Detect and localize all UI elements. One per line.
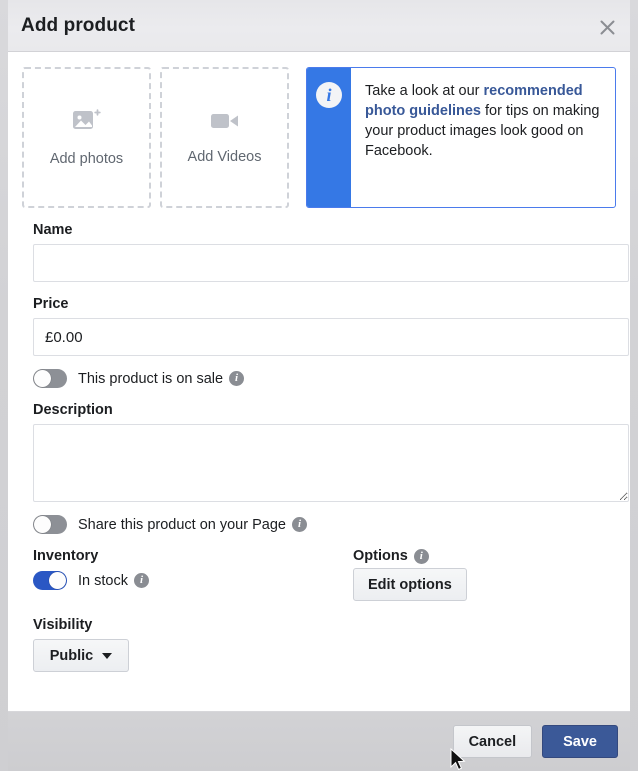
name-label: Name	[33, 222, 73, 238]
chevron-down-icon	[102, 652, 113, 659]
share-page-label: Share this product on your Page	[78, 516, 286, 533]
toggle-knob	[34, 516, 51, 533]
inventory-options-row: Inventory In stock i Options i Edit opti…	[22, 548, 616, 601]
visibility-select[interactable]: Public	[33, 639, 129, 672]
visibility-label: Visibility	[33, 617, 93, 633]
description-label: Description	[33, 402, 113, 418]
options-info-icon[interactable]: i	[413, 548, 429, 564]
callout-accent-bar: i	[307, 68, 351, 207]
video-camera-icon	[210, 110, 240, 137]
add-photos-label: Add photos	[49, 151, 124, 167]
options-heading-label: Options	[353, 548, 408, 564]
add-videos-dropzone[interactable]: Add Videos	[160, 67, 289, 208]
inventory-heading: Inventory	[33, 548, 99, 564]
visibility-section: Visibility Public	[33, 617, 616, 672]
page-title: Add product	[21, 14, 136, 36]
on-sale-label: This product is on sale	[78, 370, 224, 387]
toggle-knob	[49, 572, 66, 589]
media-upload-row: Add photos Add Videos i Take a look at o…	[22, 67, 616, 208]
close-icon[interactable]	[594, 14, 620, 40]
inventory-section: Inventory In stock i	[33, 548, 353, 601]
edit-options-button[interactable]: Edit options	[353, 568, 467, 601]
description-input[interactable]	[33, 424, 629, 502]
share-page-toggle[interactable]	[33, 515, 67, 534]
on-sale-toggle-row: This product is on sale i	[33, 369, 616, 388]
photo-guidelines-callout: i Take a look at our recommended photo g…	[306, 67, 616, 208]
image-plus-icon	[72, 108, 102, 139]
share-page-toggle-row: Share this product on your Page i	[33, 515, 616, 534]
dialog-header: Add product	[8, 0, 630, 52]
info-circle-icon: i	[316, 82, 342, 108]
add-product-dialog: Add product Add photos Add Videos i Take…	[8, 0, 630, 771]
on-sale-info-icon[interactable]: i	[229, 371, 245, 386]
in-stock-info-icon[interactable]: i	[133, 573, 149, 588]
callout-text: Take a look at our recommended photo gui…	[351, 68, 615, 207]
in-stock-toggle[interactable]	[33, 571, 67, 590]
options-section: Options i Edit options	[353, 548, 616, 601]
name-input[interactable]	[33, 244, 629, 282]
visibility-value: Public	[49, 647, 94, 664]
save-button[interactable]: Save	[542, 725, 618, 758]
callout-text-before: Take a look at our	[365, 83, 484, 99]
screen: Add product Add photos Add Videos i Take…	[0, 0, 638, 771]
in-stock-label: In stock	[78, 572, 128, 589]
share-page-info-icon[interactable]: i	[291, 517, 307, 532]
price-input[interactable]	[33, 318, 629, 356]
dialog-body: Add photos Add Videos i Take a look at o…	[8, 52, 630, 711]
dialog-footer: Cancel Save	[8, 711, 630, 771]
add-videos-label: Add Videos	[187, 149, 262, 165]
cancel-button[interactable]: Cancel	[452, 725, 533, 758]
in-stock-toggle-row: In stock i	[33, 571, 353, 590]
on-sale-toggle[interactable]	[33, 369, 67, 388]
price-label: Price	[33, 296, 69, 312]
add-photos-dropzone[interactable]: Add photos	[22, 67, 151, 208]
toggle-knob	[34, 370, 51, 387]
options-heading: Options i	[353, 548, 616, 564]
